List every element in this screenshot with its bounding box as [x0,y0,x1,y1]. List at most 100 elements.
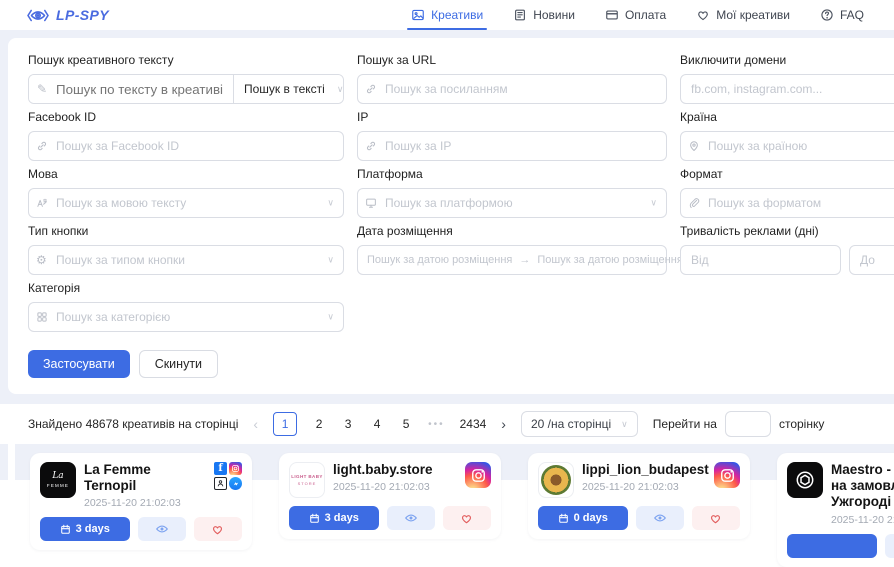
date-range-picker[interactable]: Пошук за датою розміщення → Пошук за дат… [357,245,667,275]
field-label: IP [357,110,667,124]
advertiser-name: light.baby.store [333,462,457,478]
page-4[interactable]: 4 [370,417,384,431]
tab-creatives[interactable]: Креативи [411,0,483,30]
advertiser-name: Maestro - кухні, меблі на замовлення в У… [831,462,894,511]
creative-card[interactable]: La FEMME La Femme Ternopil 2025-11-20 21… [30,453,252,550]
exclude-domains-input[interactable] [680,74,894,104]
eye-logo-icon [26,7,50,24]
field-exclude-domains: Виключити домени [680,53,894,104]
app-logo[interactable]: LP-SPY [26,7,109,24]
like-button[interactable] [692,506,740,530]
tab-label: Новини [533,8,575,22]
tab-label: Креативи [431,8,483,22]
view-button[interactable] [387,506,435,530]
days-active-button[interactable] [787,534,877,558]
facebook-id-input[interactable] [28,131,344,161]
pencil-icon: ✎ [37,83,47,95]
field-language: Мова ∨ [28,167,344,218]
page-3[interactable]: 3 [341,417,355,431]
tab-my-creatives[interactable]: Мої креативи [696,0,790,30]
view-button[interactable] [138,517,186,541]
url-input[interactable] [357,74,667,104]
ip-input[interactable] [357,131,667,161]
days-active-button[interactable]: 3 days [40,517,130,541]
days-active-button[interactable]: 0 days [538,506,628,530]
avatar-text: STORE [298,481,317,486]
days-label: 3 days [76,523,110,535]
avatar [787,462,823,498]
field-label: Формат [680,167,894,181]
creative-date: 2025-11-20 21:02:03 [582,481,706,493]
goto-page-input[interactable] [725,411,771,437]
tab-label: FAQ [840,8,864,22]
chevron-down-icon: ∨ [327,256,334,265]
avatar: LIGHT BABY STORE [289,462,325,498]
chevron-down-icon: ∨ [337,84,344,95]
avatar-text: LIGHT BABY [291,474,323,479]
pagination-bar: Знайдено 48678 креативів на сторінці ‹ 1… [0,404,894,444]
tab-payment[interactable]: Оплата [605,0,666,30]
field-label: Тип кнопки [28,224,344,238]
search-mode-select[interactable]: Пошук в тексті ∨ [233,75,344,103]
tab-faq[interactable]: FAQ [820,0,864,30]
lion-logo [541,465,571,495]
goto-label: Перейти на [653,417,717,431]
like-button[interactable] [194,517,242,541]
language-select[interactable] [28,188,344,218]
like-button[interactable] [443,506,491,530]
creative-card[interactable]: Maestro - кухні, меблі на замовлення в У… [777,453,894,567]
field-duration: Тривалість реклами (дні) [680,224,894,275]
per-page-select[interactable]: 20 /на сторінці ∨ [521,411,638,437]
field-ip: IP [357,110,667,161]
goto-suffix: сторінку [779,417,824,431]
days-active-button[interactable]: 3 days [289,506,379,530]
date-to-placeholder: Пошук за датою розміщення [537,254,682,266]
apply-button[interactable]: Застосувати [28,350,130,378]
duration-to-input[interactable] [849,245,894,275]
duration-from-input[interactable] [680,245,841,275]
view-button[interactable] [885,534,894,558]
image-icon [411,8,425,22]
page-ellipsis[interactable]: ••• [428,419,445,430]
tab-news[interactable]: Новини [513,0,575,30]
instagram-icon [229,462,242,475]
field-label: Пошук за URL [357,53,667,67]
goto-page: Перейти на сторінку [653,411,825,437]
prev-page-icon[interactable]: ‹ [253,417,258,431]
advertiser-name: lippi_lion_budapest [582,462,706,478]
field-label: Дата розміщення [357,224,667,238]
page-1[interactable]: 1 [273,412,297,436]
advertiser-name: La Femme Ternopil [84,462,206,494]
creative-date: 2025-11-20 21:02:03 [831,514,894,526]
creative-date: 2025-11-20 21:02:03 [333,481,457,493]
format-select[interactable] [680,188,894,218]
creative-card[interactable]: LIGHT BABY STORE light.baby.store 2025-1… [279,453,501,539]
creative-card[interactable]: lippi_lion_budapest 2025-11-20 21:02:03 … [528,453,750,539]
country-input[interactable] [680,131,894,161]
view-button[interactable] [636,506,684,530]
heart-icon [696,8,710,22]
link-icon [36,140,48,152]
results-summary: Знайдено 48678 креативів на сторінці [28,417,238,431]
field-label: Виключити домени [680,53,894,67]
field-platform: Платформа ∨ [357,167,667,218]
field-url: Пошук за URL [357,53,667,104]
field-creative-text: Пошук креативного тексту ✎ Пошук в текст… [28,53,344,104]
news-icon [513,8,527,22]
field-category: Категорія ∨ [28,281,344,332]
instagram-icon [465,462,491,488]
creative-text-input[interactable] [29,75,233,103]
chevron-down-icon: ∨ [327,199,334,208]
paperclip-icon [688,197,700,209]
category-select[interactable] [28,302,344,332]
platform-select[interactable] [357,188,667,218]
page-2[interactable]: 2 [312,417,326,431]
reset-button[interactable]: Скинути [139,350,218,378]
button-type-select[interactable] [28,245,344,275]
page-5[interactable]: 5 [399,417,413,431]
creative-date: 2025-11-20 21:02:03 [84,497,206,509]
next-page-icon[interactable]: › [501,417,506,431]
avatar-text: FEMME [47,483,69,488]
page-last[interactable]: 2434 [460,417,487,431]
field-label: Мова [28,167,344,181]
